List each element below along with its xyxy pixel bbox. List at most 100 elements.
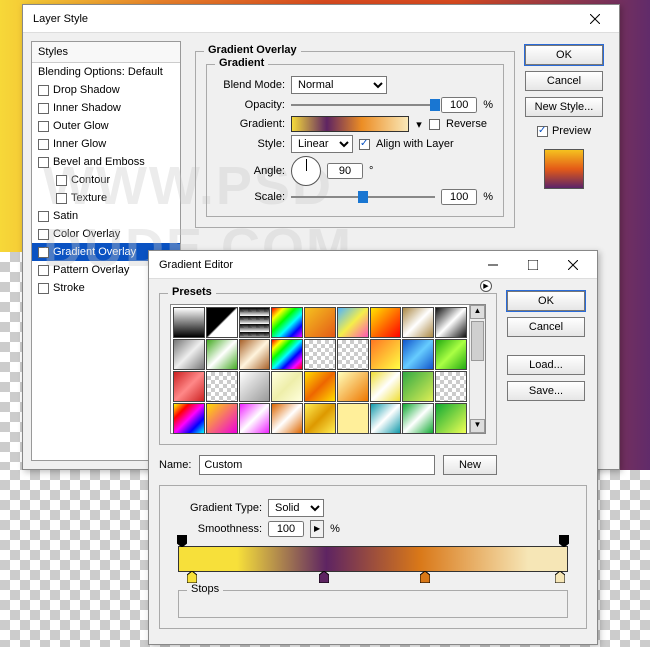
preset-swatch[interactable]: [370, 339, 402, 370]
preset-swatch[interactable]: [435, 307, 467, 338]
preset-swatch[interactable]: [435, 339, 467, 370]
styles-header[interactable]: Styles: [32, 42, 180, 63]
reverse-label: Reverse: [446, 118, 487, 130]
ok-button[interactable]: OK: [525, 45, 603, 65]
angle-input[interactable]: [327, 163, 363, 179]
gradient-bar[interactable]: [178, 546, 568, 572]
preset-swatch[interactable]: [173, 339, 205, 370]
preset-swatch[interactable]: [271, 403, 303, 434]
scale-label: Scale:: [217, 191, 285, 203]
blend-mode-label: Blend Mode:: [217, 79, 285, 91]
preview-swatch: [544, 149, 584, 189]
reverse-checkbox[interactable]: [429, 119, 440, 130]
angle-dial[interactable]: [291, 156, 321, 186]
color-stop[interactable]: [555, 571, 565, 583]
preset-swatch[interactable]: [370, 307, 402, 338]
preset-swatch[interactable]: [402, 307, 434, 338]
preset-swatch[interactable]: [304, 403, 336, 434]
preset-swatch[interactable]: [173, 403, 205, 434]
opacity-slider[interactable]: [291, 98, 435, 112]
preset-swatch[interactable]: [271, 307, 303, 338]
style-select[interactable]: Linear: [291, 135, 353, 153]
panel-title: Gradient Overlay: [204, 44, 301, 56]
layer-style-titlebar: Layer Style: [23, 5, 619, 33]
color-stop[interactable]: [187, 571, 197, 583]
name-input[interactable]: [199, 455, 435, 475]
preset-swatch[interactable]: [402, 403, 434, 434]
preset-swatch[interactable]: [206, 339, 238, 370]
scroll-up-icon[interactable]: ▲: [470, 305, 485, 319]
preset-swatch[interactable]: [435, 371, 467, 402]
opacity-stop[interactable]: [177, 535, 187, 547]
preset-swatch[interactable]: [304, 307, 336, 338]
preset-swatch[interactable]: [206, 403, 238, 434]
cancel-button[interactable]: Cancel: [525, 71, 603, 91]
sub-title: Gradient: [215, 57, 268, 69]
scroll-thumb[interactable]: [471, 321, 484, 361]
save-button[interactable]: Save...: [507, 381, 585, 401]
align-checkbox[interactable]: [359, 139, 370, 150]
blend-mode-select[interactable]: Normal: [291, 76, 387, 94]
preset-swatch[interactable]: [435, 403, 467, 434]
preset-swatch[interactable]: [239, 371, 271, 402]
name-label: Name:: [159, 459, 191, 471]
maximize-icon[interactable]: [513, 252, 553, 278]
stops-legend: Stops: [187, 583, 223, 595]
ge-ok-button[interactable]: OK: [507, 291, 585, 311]
preset-swatch[interactable]: [239, 339, 271, 370]
gradient-dropdown-icon[interactable]: ▾: [415, 118, 423, 131]
preset-swatch[interactable]: [337, 307, 369, 338]
preset-swatch[interactable]: [370, 371, 402, 402]
blending-options-item[interactable]: Blending Options: Default: [32, 63, 180, 81]
scale-input[interactable]: [441, 189, 477, 205]
preset-swatch[interactable]: [271, 371, 303, 402]
color-stop[interactable]: [319, 571, 329, 583]
preset-swatch[interactable]: [370, 403, 402, 434]
minimize-icon[interactable]: [473, 252, 513, 278]
presets-scrollbar[interactable]: ▲ ▼: [469, 305, 485, 433]
preview-checkbox[interactable]: [537, 126, 548, 137]
layer-style-title: Layer Style: [33, 13, 575, 25]
gradient-editor-dialog: Gradient Editor Presets ▶: [148, 250, 598, 645]
preset-swatch[interactable]: [206, 307, 238, 338]
scroll-down-icon[interactable]: ▼: [470, 419, 485, 433]
style-item-drop-shadow[interactable]: Drop Shadow: [32, 81, 180, 99]
preview-label: Preview: [552, 125, 591, 137]
style-item-inner-glow[interactable]: Inner Glow: [32, 135, 180, 153]
preset-swatch[interactable]: [206, 371, 238, 402]
gradient-label: Gradient:: [217, 118, 285, 130]
close-icon[interactable]: [575, 6, 615, 32]
presets-grid: ▲ ▼: [170, 304, 486, 434]
preset-swatch[interactable]: [239, 307, 271, 338]
smoothness-input[interactable]: [268, 521, 304, 537]
preset-swatch[interactable]: [304, 371, 336, 402]
presets-menu-icon[interactable]: ▶: [480, 280, 492, 292]
preset-swatch[interactable]: [173, 307, 205, 338]
preset-swatch[interactable]: [271, 339, 303, 370]
preset-swatch[interactable]: [402, 339, 434, 370]
style-label: Style:: [217, 138, 285, 150]
preset-swatch[interactable]: [304, 339, 336, 370]
opacity-input[interactable]: [441, 97, 477, 113]
preset-swatch[interactable]: [173, 371, 205, 402]
load-button[interactable]: Load...: [507, 355, 585, 375]
opacity-stop[interactable]: [559, 535, 569, 547]
style-item-outer-glow[interactable]: Outer Glow: [32, 117, 180, 135]
preset-swatch[interactable]: [337, 339, 369, 370]
preset-swatch[interactable]: [402, 371, 434, 402]
preset-swatch[interactable]: [239, 403, 271, 434]
gradient-editor-title: Gradient Editor: [159, 259, 473, 271]
ge-cancel-button[interactable]: Cancel: [507, 317, 585, 337]
gradient-type-select[interactable]: Solid: [268, 499, 324, 517]
style-item-inner-shadow[interactable]: Inner Shadow: [32, 99, 180, 117]
smoothness-dropdown-icon[interactable]: ▶: [310, 520, 324, 538]
preset-swatch[interactable]: [337, 403, 369, 434]
preset-swatch[interactable]: [337, 371, 369, 402]
scale-slider[interactable]: [291, 190, 435, 204]
close-icon[interactable]: [553, 252, 593, 278]
smoothness-label: Smoothness:: [170, 523, 262, 535]
gradient-swatch[interactable]: [291, 116, 409, 132]
new-button[interactable]: New: [443, 455, 497, 475]
new-style-button[interactable]: New Style...: [525, 97, 603, 117]
color-stop[interactable]: [420, 571, 430, 583]
